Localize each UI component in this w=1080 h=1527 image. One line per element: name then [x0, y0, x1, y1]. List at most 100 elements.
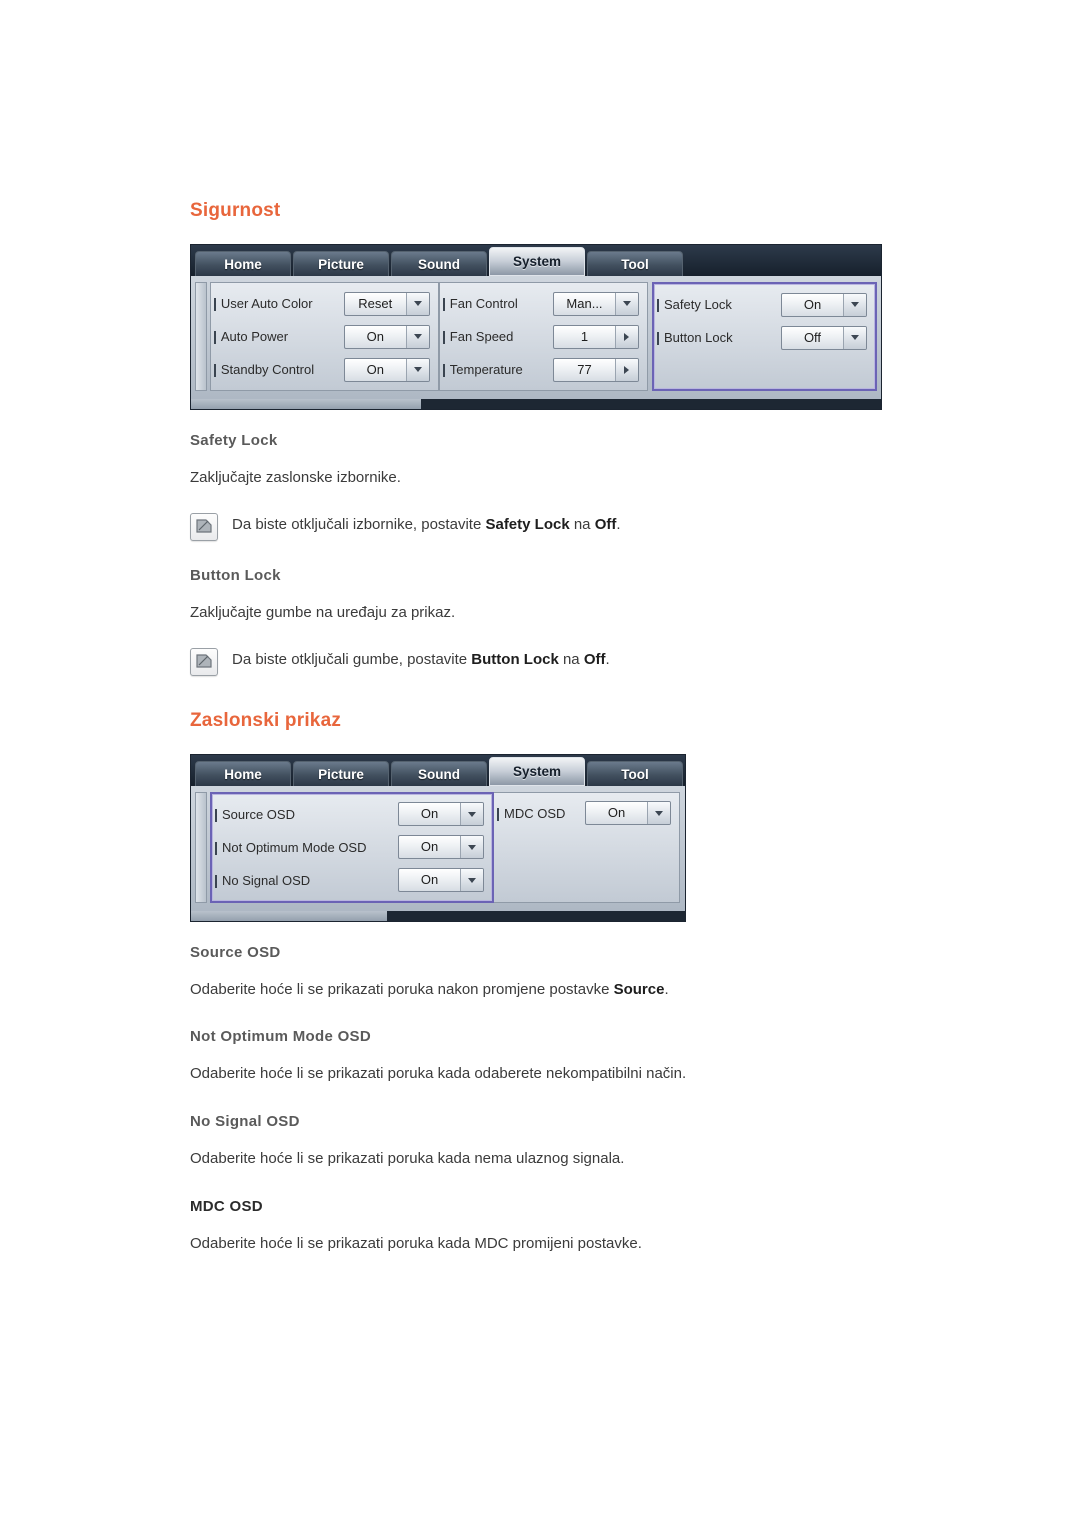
text-button-lock: Zaključajte gumbe na uređaju za prikaz. [190, 603, 456, 621]
chevron-down-icon[interactable] [843, 326, 866, 349]
chevron-down-icon[interactable] [460, 836, 483, 858]
osd-value-button-lock: Off [803, 329, 822, 345]
tab-home[interactable]: Home [195, 760, 291, 786]
heading-not-optimum-mode-osd: Not Optimum Mode OSD [190, 1028, 371, 1046]
note-suffix: . [605, 650, 610, 668]
heading-mdc-osd: MDC OSD [190, 1197, 263, 1215]
page-title-zaslonski-prikaz: Zaslonski prikaz [190, 709, 342, 731]
osd-column-1: User Auto Color Reset Auto Power On Stan… [209, 282, 439, 391]
osd-dropdown-no-signal-osd[interactable]: On [398, 868, 484, 892]
osd-dropdown-not-optimum-mode-osd[interactable]: On [398, 835, 484, 859]
osd-label-user-auto-color: User Auto Color [213, 296, 313, 311]
chevron-down-icon[interactable] [614, 292, 638, 315]
note-bold-safety-lock: Safety Lock [485, 515, 570, 533]
osd-spinner-temperature[interactable]: 77 [552, 357, 639, 382]
tab-tool[interactable]: Tool [587, 760, 683, 786]
osd-dropdown-fan-control[interactable]: Man... [552, 291, 639, 316]
heading-safety-lock: Safety Lock [190, 432, 278, 449]
osd-dropdown-source-osd[interactable]: On [398, 802, 484, 826]
osd-column-3-security: Safety Lock On Button Lock Off [651, 282, 877, 391]
osd-label-no-signal-osd: No Signal OSD [214, 872, 311, 888]
osd-row-standby-control[interactable]: Standby Control On [213, 356, 430, 383]
note-icon [190, 512, 218, 541]
osd-dropdown-standby-control[interactable]: On [343, 357, 430, 382]
osd-value-source-osd: On [420, 806, 439, 821]
osd-row-temperature[interactable]: Temperature 77 [442, 356, 639, 383]
osd-spinner-fan-speed[interactable]: 1 [552, 324, 639, 349]
osd-dropdown-user-auto-color[interactable]: Reset [343, 291, 430, 316]
osd-row-fan-speed[interactable]: Fan Speed 1 [442, 323, 639, 350]
heading-button-lock: Button Lock [190, 566, 281, 584]
chevron-down-icon[interactable] [405, 292, 429, 315]
osd-value-no-signal-osd: On [420, 872, 439, 887]
chevron-down-icon[interactable] [405, 325, 429, 348]
document-page: Sigurnost Home Picture Sound System Tool… [0, 0, 1080, 1527]
chevron-right-icon[interactable] [614, 358, 638, 381]
note-bold-off: Off [594, 515, 617, 533]
chevron-down-icon[interactable] [843, 293, 866, 316]
chevron-right-icon[interactable] [614, 325, 638, 348]
osd-dropdown-auto-power[interactable]: On [343, 324, 430, 349]
tab-system[interactable]: System [489, 247, 585, 276]
note-button-lock: Da biste otključali gumbe, postavite But… [190, 647, 890, 676]
note-icon [190, 647, 218, 676]
tab-home[interactable]: Home [195, 251, 291, 276]
osd-label-not-optimum-mode-osd: Not Optimum Mode OSD [215, 839, 367, 855]
note-text-safety-lock: Da biste otključali izbornike, postavite… [232, 513, 621, 533]
osd-dropdown-safety-lock[interactable]: On [781, 292, 867, 317]
tab-picture[interactable]: Picture [293, 760, 389, 786]
chevron-down-icon[interactable] [460, 869, 483, 891]
osd-row-mdc-osd[interactable]: MDC OSD On [496, 800, 671, 827]
note-middle: na [558, 650, 584, 668]
osd-row-button-lock[interactable]: Button Lock Off [657, 324, 867, 351]
osd-value-temperature: 77 [577, 361, 592, 377]
osd-value-fan-speed: 1 [580, 328, 589, 344]
osd-dropdown-button-lock[interactable]: Off [781, 325, 867, 350]
osd-value-standby-control: On [366, 361, 384, 377]
heading-no-signal-osd: No Signal OSD [190, 1113, 300, 1130]
tab-picture[interactable]: Picture [293, 251, 389, 276]
osd-label-mdc-osd: MDC OSD [496, 805, 566, 821]
osd-row-fan-control[interactable]: Fan Control Man... [442, 290, 639, 317]
osd-label-fan-control: Fan Control [442, 296, 518, 311]
osd-label-standby-control: Standby Control [213, 362, 315, 377]
osd-row-auto-power[interactable]: Auto Power On [213, 323, 430, 350]
osd-row-user-auto-color[interactable]: User Auto Color Reset [213, 290, 430, 317]
text-not-optimum-mode-osd: Odaberite hoće li se prikazati poruka ka… [190, 1065, 687, 1083]
tab-sound[interactable]: Sound [391, 251, 487, 276]
text-no-signal-osd: Odaberite hoće li se prikazati poruka ka… [190, 1150, 625, 1167]
osd-dropdown-mdc-osd[interactable]: On [585, 801, 671, 825]
memo-icon [196, 519, 212, 533]
chevron-down-icon[interactable] [647, 802, 670, 824]
osd-column-2: Fan Control Man... Fan Speed 1 Temperatu… [438, 282, 648, 391]
osd-footer-bar [191, 910, 387, 921]
osd-row-no-signal-osd[interactable]: No Signal OSD On [214, 867, 484, 894]
chevron-down-icon[interactable] [460, 803, 483, 825]
note-middle: na [569, 515, 595, 533]
osd-label-safety-lock: Safety Lock [656, 297, 732, 312]
osd-row-source-osd[interactable]: Source OSD On [215, 801, 484, 828]
osd-column-1-osd: Source OSD On Not Optimum Mode OSD On No… [210, 791, 494, 903]
osd-value-safety-lock: On [803, 296, 822, 312]
tab-tool[interactable]: Tool [587, 251, 683, 276]
osd-scrollbar[interactable] [195, 282, 207, 391]
osd-scrollbar[interactable] [195, 791, 207, 903]
tab-system[interactable]: System [489, 756, 585, 786]
osd-label-button-lock: Button Lock [657, 330, 733, 345]
note-bold-off: Off [583, 650, 606, 668]
memo-icon [196, 653, 212, 668]
osd-footer-bar [191, 399, 421, 409]
osd-value-fan-control: Man... [566, 295, 603, 311]
note-suffix: . [616, 515, 621, 533]
text-suffix: . [664, 980, 669, 998]
osd-tab-bar: Home Picture Sound System Tool [191, 754, 685, 786]
text-prefix: Odaberite hoće li se prikazati poruka na… [190, 980, 614, 998]
osd-row-safety-lock[interactable]: Safety Lock On [656, 291, 867, 318]
osd-column-2-osd: MDC OSD On [494, 791, 680, 903]
chevron-down-icon[interactable] [405, 358, 429, 381]
tab-sound[interactable]: Sound [391, 760, 487, 786]
osd-row-not-optimum-mode-osd[interactable]: Not Optimum Mode OSD On [215, 834, 484, 861]
osd-screenshot-system-security: Home Picture Sound System Tool User Auto… [190, 244, 882, 410]
text-source-osd: Odaberite hoće li se prikazati poruka na… [190, 979, 890, 1001]
osd-value-mdc-osd: On [607, 805, 626, 820]
